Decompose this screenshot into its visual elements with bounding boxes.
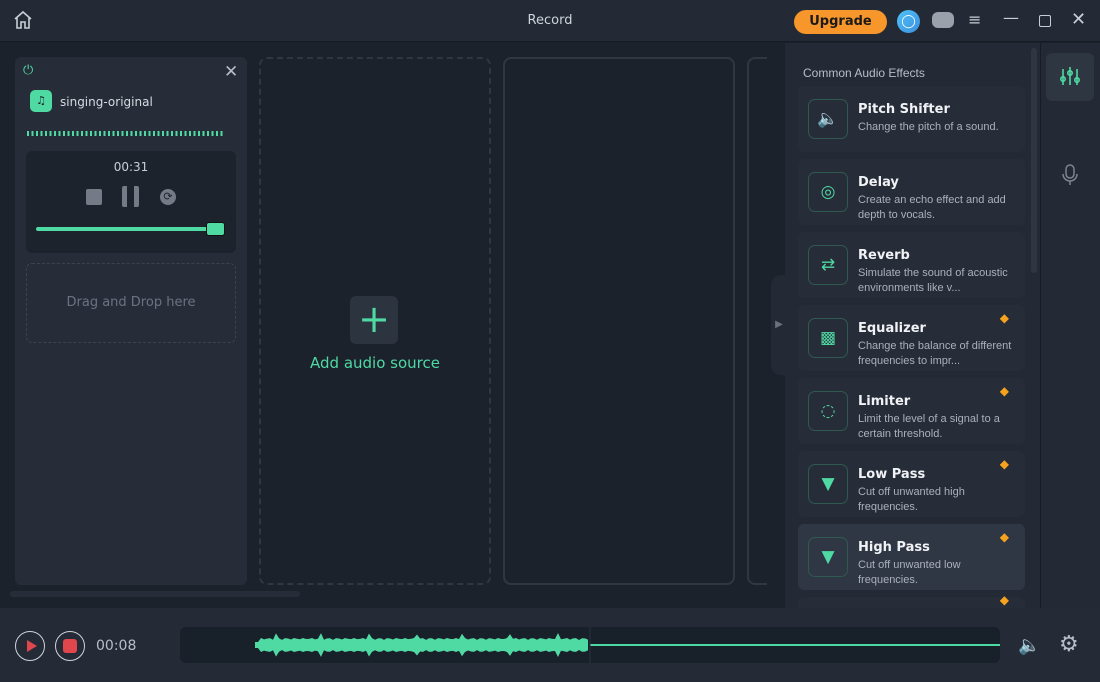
effect-title: Reverb [858, 248, 910, 263]
effect-description: Simulate the sound of acoustic environme… [858, 267, 1008, 294]
waveform-timeline[interactable] [180, 627, 1000, 663]
effect-description: Limit the level of a signal to a certain… [858, 413, 1000, 440]
menu-icon[interactable]: ≡ [968, 10, 981, 29]
reload-icon[interactable]: ⟳ [160, 189, 176, 205]
premium-gem-icon: ◆ [999, 530, 1009, 544]
effect-description: Change the balance of different frequenc… [858, 340, 1012, 367]
effect-description: Create an echo effect and add depth to v… [858, 194, 1006, 221]
add-audio-source-button[interactable]: + [350, 296, 398, 344]
effect-description: Change the pitch of a sound. [858, 121, 999, 133]
effects-scrollbar[interactable] [1031, 48, 1037, 273]
maximize-icon[interactable] [1039, 15, 1051, 27]
effect-title: High Pass [858, 540, 930, 555]
microphone-icon[interactable] [1062, 164, 1078, 190]
effects-heading: Common Audio Effects [803, 66, 925, 80]
power-icon[interactable]: ⏻ [23, 63, 33, 78]
effect-title: Pitch Shifter [858, 102, 950, 117]
waveform [255, 627, 1000, 663]
effect-title: Equalizer [858, 321, 926, 336]
effect-title: Delay [858, 175, 899, 190]
effect-card-equalizer[interactable]: ▩ Equalizer Change the balance of differen… [798, 305, 1025, 371]
volume-icon[interactable]: 🔈 [1018, 635, 1040, 656]
effect-card-low-pass[interactable]: ▼ Low Pass Cut off unwanted high frequenci… [798, 451, 1025, 517]
premium-gem-icon: ◆ [999, 311, 1009, 325]
effect-card-partial[interactable]: ◆ [798, 593, 1025, 608]
settings-gear-icon[interactable]: ⚙ [1059, 632, 1079, 657]
close-source-icon[interactable]: ✕ [224, 62, 238, 82]
effect-card-limiter[interactable]: ◌ Limiter Limit the level of a signal to a… [798, 378, 1025, 444]
add-audio-source-label[interactable]: Add audio source [259, 354, 491, 372]
music-folder-icon: ♫ [30, 90, 52, 112]
right-sidebar [1040, 43, 1100, 608]
effect-card-high-pass[interactable]: ▼ High Pass Cut off unwanted low frequenci… [798, 524, 1025, 590]
stop-icon[interactable] [86, 189, 102, 205]
playback-time: 00:08 [96, 638, 137, 654]
premium-gem-icon: ◆ [999, 457, 1009, 471]
effect-card-delay[interactable]: ◎ Delay Create an echo effect and add dept… [798, 159, 1025, 225]
track-slot [503, 57, 735, 585]
effect-title: Limiter [858, 394, 911, 409]
filter-icon: ▼ [808, 537, 848, 577]
effect-card-reverb[interactable]: ⇄ Reverb Simulate the sound of acoustic en… [798, 232, 1025, 298]
filter-icon: ▼ [808, 464, 848, 504]
source-time: 00:31 [113, 160, 149, 174]
source-name: singing-original [60, 95, 153, 109]
shuffle-icon: ⇄ [808, 245, 848, 285]
horizontal-scrollbar[interactable] [10, 591, 300, 597]
pause-icon[interactable] [122, 186, 139, 207]
effect-card-pitch-shifter[interactable]: 🔈 Pitch Shifter Change the pitch of a soun… [798, 86, 1025, 152]
effect-description: Cut off unwanted high frequencies. [858, 486, 965, 513]
close-window-icon[interactable]: ✕ [1071, 9, 1086, 30]
sliders-icon [1060, 67, 1080, 85]
minimize-icon[interactable]: — [1003, 8, 1019, 27]
premium-gem-icon: ◆ [999, 384, 1009, 398]
effects-tab-button[interactable] [1046, 53, 1094, 101]
effect-description: Cut off unwanted low frequencies. [858, 559, 961, 586]
effect-title: Low Pass [858, 467, 926, 482]
echo-icon: ◎ [808, 172, 848, 212]
discord-icon[interactable] [932, 12, 954, 28]
upgrade-button[interactable]: Upgrade [794, 10, 887, 34]
stop-record-icon [63, 639, 77, 653]
account-avatar[interactable]: ◯ [897, 10, 920, 33]
bars-icon: ▩ [808, 318, 848, 358]
source-progress-slider[interactable] [36, 227, 208, 231]
slider-handle[interactable] [206, 222, 225, 236]
play-button[interactable] [15, 631, 45, 661]
track-slot-partial [747, 57, 767, 585]
circle-nodes-icon: ◌ [808, 391, 848, 431]
level-meter [27, 131, 225, 136]
record-stop-button[interactable] [55, 631, 85, 661]
play-icon [27, 640, 37, 652]
drop-zone[interactable]: Drag and Drop here [26, 263, 236, 343]
speaker-icon: 🔈 [808, 99, 848, 139]
